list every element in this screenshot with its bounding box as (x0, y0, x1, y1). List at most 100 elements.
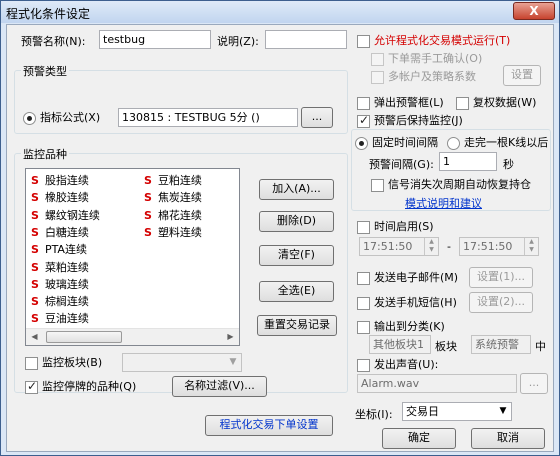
list-item[interactable]: S 股指连续 (31, 172, 89, 188)
list-item-label: 棉花连续 (157, 208, 202, 222)
export-mid-label: 中 (535, 340, 546, 353)
list-item[interactable]: S 豆粕连续 (144, 172, 202, 188)
list-item[interactable]: S 白糖连续 (31, 224, 89, 240)
multi-account-check (371, 70, 384, 84)
time-start-spin[interactable]: ▲ ▼ (424, 238, 438, 255)
list-item[interactable]: S 玻璃连续 (31, 276, 89, 292)
list-item-marker: S (31, 312, 39, 326)
keep-monitor-checkbox[interactable]: 预警后保持监控(J) (357, 113, 463, 128)
send-sms-checkbox[interactable]: 发送手机短信(H) (357, 295, 457, 310)
list-item-marker: S (31, 191, 39, 205)
description-input[interactable] (265, 30, 347, 49)
list-item[interactable]: S 塑料连续 (144, 224, 202, 240)
scroll-thumb[interactable] (46, 331, 122, 343)
export-category-label: 输出到分类(K) (374, 320, 445, 333)
send-sms-check (357, 296, 370, 310)
fixed-interval-radio[interactable]: 固定时间间隔 (355, 135, 438, 150)
sound-file-input[interactable]: Alarm.wav (357, 374, 517, 393)
scroll-right-icon[interactable]: ▶ (222, 329, 239, 345)
export-category-check (357, 320, 370, 334)
formula-radio-dot (23, 111, 36, 125)
monitor-group-label: 监控品种 (21, 146, 69, 162)
list-item-label: 豆油连续 (44, 312, 89, 326)
monitor-board-checkbox[interactable]: 监控板块(B) (25, 355, 102, 370)
list-item-marker: S (31, 260, 39, 274)
list-item-label: 豆粕连续 (157, 174, 202, 187)
formula-browse-button[interactable]: ... (301, 107, 333, 128)
name-filter-button[interactable]: 名称过滤(V)... (172, 376, 267, 397)
time-end-spin[interactable]: ▲ ▼ (524, 238, 538, 255)
delete-button[interactable]: 删除(D) (259, 211, 334, 232)
select-all-button[interactable]: 全选(E) (259, 281, 334, 302)
per-kline-dot (447, 136, 460, 150)
export-board-input[interactable]: 其他板块1 (369, 335, 431, 354)
list-item-marker: S (31, 295, 39, 309)
list-item[interactable]: S 豆油连续 (31, 310, 89, 326)
sound-browse-button[interactable]: ... (520, 373, 548, 394)
interval-label: 预警间隔(G): (369, 158, 434, 171)
multi-account-settings-button[interactable]: 设置 (503, 65, 541, 86)
coord-combo[interactable]: 交易日 ▼ (402, 402, 512, 421)
list-item[interactable]: S 焦炭连续 (144, 189, 202, 205)
dialog-window: 程式化条件设定 X 预警名称(N): testbug 说明(Z): 预警类型 指… (0, 0, 560, 456)
list-item-label: 玻璃连续 (44, 277, 89, 291)
list-item-label: 塑料连续 (157, 225, 202, 239)
list-item[interactable]: S 棕榈连续 (31, 293, 89, 309)
sms-settings-button[interactable]: 设置(2)... (469, 292, 533, 313)
time-enable-checkbox[interactable]: 时间启用(S) (357, 219, 434, 234)
list-item[interactable]: S 菜粕连续 (31, 259, 89, 275)
review-data-check (456, 96, 469, 110)
clear-button[interactable]: 清空(F) (259, 245, 334, 266)
list-item-marker: S (31, 277, 39, 291)
reset-trade-button[interactable]: 重置交易记录 (257, 315, 337, 336)
manual-confirm-checkbox[interactable]: 下单需手工确认(O) (371, 51, 482, 66)
formula-value-field[interactable]: 130815 : TESTBUG 5分 () (118, 108, 298, 127)
review-data-checkbox[interactable]: 复权数据(W) (456, 95, 536, 110)
spin-down-icon: ▼ (529, 246, 534, 253)
cancel-button[interactable]: 取消 (471, 428, 545, 449)
interval-input[interactable]: 1 (439, 152, 497, 171)
scroll-left-icon[interactable]: ◀ (26, 329, 43, 345)
monitor-suspended-checkbox[interactable]: 监控停牌的品种(Q) (25, 379, 136, 394)
keep-monitor-check (357, 113, 370, 128)
auto-restore-check (371, 178, 384, 192)
chevron-down-icon: ▼ (499, 406, 507, 416)
fixed-interval-dot (355, 136, 368, 150)
title-bar[interactable]: 程式化条件设定 X (1, 1, 559, 23)
per-kline-radio[interactable]: 走完一根K线以后 (447, 135, 548, 150)
add-button[interactable]: 加入(A)... (259, 179, 334, 200)
time-end-input[interactable]: 17:51:50 ▲ ▼ (459, 237, 539, 256)
list-item-marker: S (144, 208, 152, 222)
email-settings-button[interactable]: 设置(1)... (469, 267, 533, 288)
close-button[interactable]: X (513, 2, 555, 20)
list-item[interactable]: S 螺纹钢连续 (31, 207, 100, 223)
play-sound-checkbox[interactable]: 发出声音(U): (357, 357, 438, 372)
dialog-client: 预警名称(N): testbug 说明(Z): 预警类型 指标公式(X) 130… (6, 24, 554, 452)
board-combo[interactable]: ▼ (122, 353, 242, 372)
formula-radio-label: 指标公式(X) (40, 111, 101, 124)
popup-alert-checkbox[interactable]: 弹出预警框(L) (357, 95, 444, 110)
list-item-marker: S (144, 191, 152, 205)
spin-up-icon: ▲ (529, 238, 534, 245)
multi-account-checkbox[interactable]: 多帐户及策略系数 (371, 69, 476, 84)
manual-confirm-check (371, 52, 384, 66)
allow-trade-label: 允许程式化交易模式运行(T) (374, 34, 511, 47)
export-category-checkbox[interactable]: 输出到分类(K) (357, 319, 445, 334)
list-item[interactable]: S 棉花连续 (144, 207, 202, 223)
monitor-list-hscroll[interactable]: ◀ ▶ (26, 328, 239, 345)
mode-help-link[interactable]: 模式说明和建议 (405, 195, 482, 211)
ok-button[interactable]: 确定 (382, 428, 456, 449)
send-email-checkbox[interactable]: 发送电子邮件(M) (357, 270, 458, 285)
auto-restore-checkbox[interactable]: 信号消失次周期自动恢复持仓 (371, 177, 531, 192)
export-system-input[interactable]: 系统预警 (471, 335, 531, 354)
list-item[interactable]: S 橡胶连续 (31, 189, 89, 205)
monitor-list[interactable]: S 股指连续 S 橡胶连续 S 螺纹钢连续 S 白糖连续 S PTA连续 S 菜粕连续 S 玻璃连续 S 棕榈… (25, 168, 240, 346)
review-data-label: 复权数据(W) (473, 96, 537, 109)
program-order-settings-button[interactable]: 程式化交易下单设置 (205, 415, 333, 436)
formula-radio[interactable]: 指标公式(X) (23, 110, 100, 125)
list-item[interactable]: S PTA连续 (31, 241, 87, 257)
time-start-input[interactable]: 17:51:50 ▲ ▼ (359, 237, 439, 256)
alert-name-input[interactable]: testbug (99, 30, 211, 49)
list-item-label: 菜粕连续 (44, 260, 89, 274)
allow-trade-checkbox[interactable]: 允许程式化交易模式运行(T) (357, 33, 510, 48)
